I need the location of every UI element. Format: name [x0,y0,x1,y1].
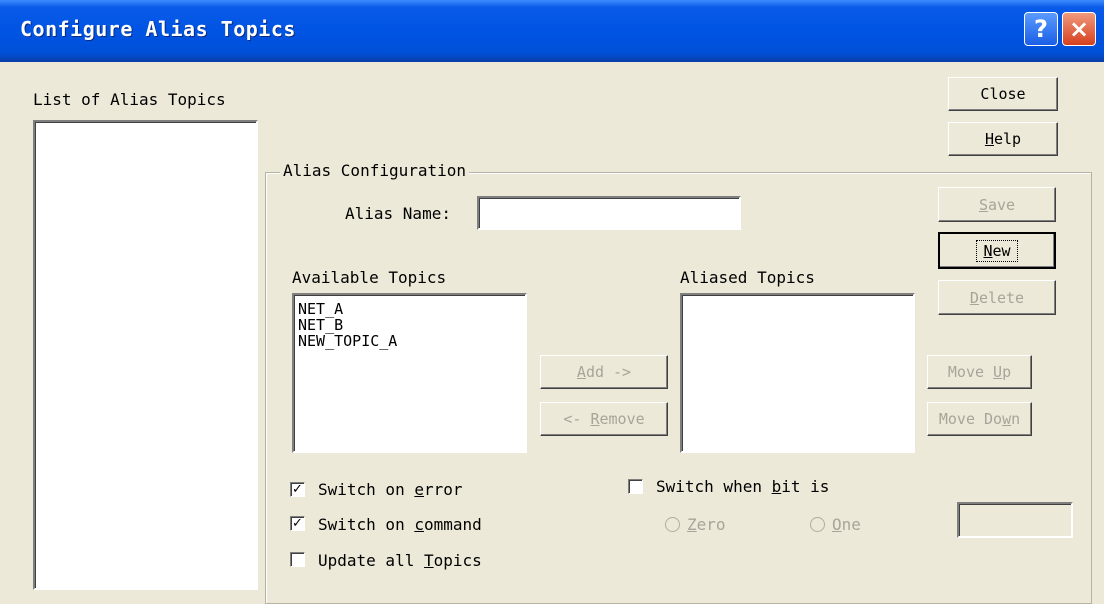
list-item[interactable]: NET_B [294,317,525,333]
alias-configuration-label: Alias Configuration [280,161,470,180]
move-up-label: Move Up [947,363,1012,381]
delete-label: Delete [969,288,1025,307]
one-label: One [832,515,861,534]
list-item[interactable]: NEW_TOPIC_A [294,333,525,349]
aliased-topics-list[interactable] [680,293,915,453]
move-down-label: Move Down [938,410,1021,428]
new-label: New [976,239,1018,262]
save-label: Save [978,195,1016,214]
list-item[interactable]: NET_A [294,301,525,317]
help-icon[interactable]: ? [1024,12,1058,46]
remove-button[interactable]: <- Remove [540,402,668,436]
title-bar: Configure Alias Topics ? × [0,0,1104,62]
bit-value-input[interactable] [957,502,1073,538]
update-all-topics-label: Update all Topics [318,551,482,570]
new-button[interactable]: New [938,232,1056,269]
close-icon[interactable]: × [1062,12,1096,46]
window-title: Configure Alias Topics [20,17,296,41]
switch-on-command-label: Switch on command [318,515,482,534]
remove-label: <- Remove [563,410,645,428]
add-button[interactable]: Add -> [540,355,668,389]
switch-on-error-checkbox[interactable]: ✓ [290,482,305,497]
close-button[interactable]: Close [948,77,1058,111]
switch-when-bit-label: Switch when bit is [656,477,830,496]
zero-radio[interactable] [665,517,680,532]
save-button[interactable]: Save [938,187,1056,222]
one-radio[interactable] [810,517,825,532]
update-all-topics-checkbox[interactable] [290,552,305,567]
alias-name-label: Alias Name: [345,204,451,223]
switch-on-error-label: Switch on error [318,480,463,499]
move-down-button[interactable]: Move Down [927,402,1032,436]
switch-on-command-checkbox[interactable]: ✓ [290,516,305,531]
move-up-button[interactable]: Move Up [927,355,1032,389]
available-topics-label: Available Topics [292,268,447,287]
alias-list-label: List of Alias Topics [33,90,226,109]
switch-when-bit-checkbox[interactable] [628,479,643,494]
help-button[interactable]: Help [948,122,1058,156]
delete-button[interactable]: Delete [938,280,1056,315]
aliased-topics-label: Aliased Topics [680,268,815,287]
available-topics-list[interactable]: NET_A NET_B NEW_TOPIC_A [292,293,527,453]
help-label: Help [984,130,1022,148]
dialog-body: List of Alias Topics Close Help Alias Co… [20,62,1104,604]
alias-topics-list[interactable] [33,120,258,590]
zero-label: Zero [687,515,726,534]
add-label: Add -> [576,363,632,381]
alias-name-input[interactable] [477,196,741,230]
